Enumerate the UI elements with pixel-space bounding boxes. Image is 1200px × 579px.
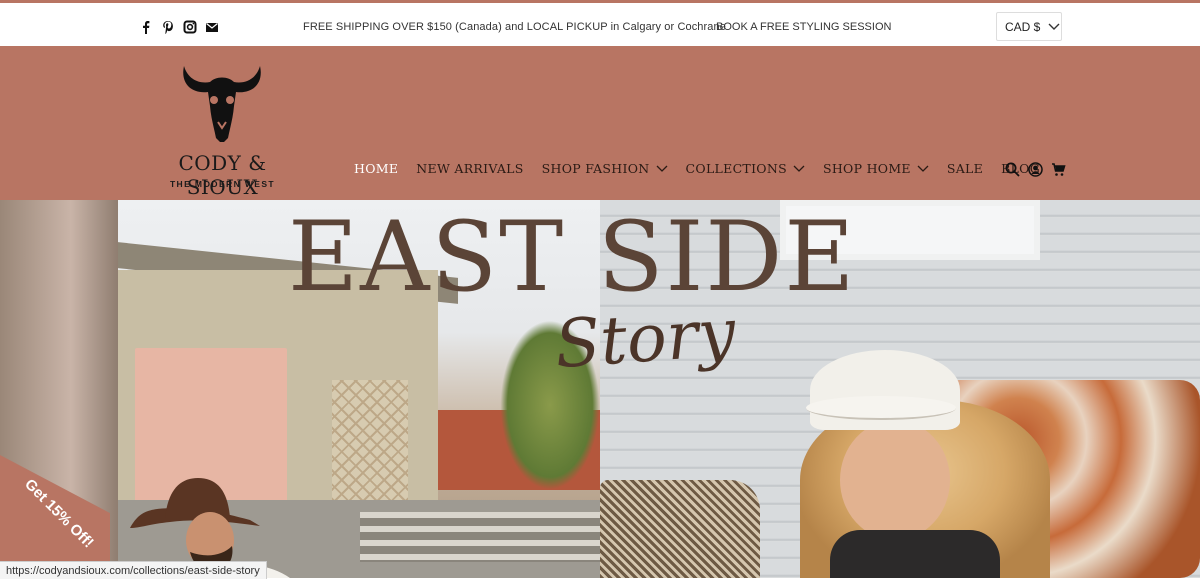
- nav-item-label: SALE: [946, 161, 984, 176]
- lattice-panel: [332, 380, 408, 500]
- chevron-down-icon: [917, 165, 929, 172]
- black-tee: [830, 530, 1000, 578]
- nav-item-label: NEW ARRIVALS: [416, 161, 524, 176]
- email-icon[interactable]: [205, 20, 219, 34]
- nav-item-new-arrivals[interactable]: NEW ARRIVALS: [416, 161, 523, 176]
- social-links: [139, 20, 219, 34]
- account-icon[interactable]: [1028, 162, 1043, 177]
- brand-tagline: THE MODERN WEST: [169, 179, 276, 189]
- main-nav: HOME NEW ARRIVALS SHOP FASHION COLLECTIO…: [354, 161, 1058, 176]
- facebook-icon[interactable]: [139, 20, 153, 34]
- cap-brim: [806, 396, 956, 420]
- instagram-icon[interactable]: [183, 20, 197, 34]
- brand-name: CODY & SIOUX: [178, 151, 267, 199]
- picnic-tables: [360, 512, 600, 562]
- houndstooth-jacket: [600, 480, 760, 578]
- site-header: CODY & SIOUX THE MODERN WEST HOME NEW AR…: [0, 46, 1200, 200]
- nav-item-shop-home[interactable]: SHOP HOME: [823, 161, 929, 176]
- nav-item-sale[interactable]: SALE: [947, 161, 983, 176]
- hero-script-text: Story: [552, 293, 738, 384]
- status-url: https://codyandsioux.com/collections/eas…: [6, 564, 260, 577]
- chevron-down-icon: [1048, 23, 1060, 30]
- nav-item-label: COLLECTIONS: [685, 161, 787, 176]
- nav-item-label: HOME: [354, 161, 399, 176]
- search-icon[interactable]: [1005, 162, 1020, 177]
- nav-item-label: SHOP FASHION: [541, 161, 650, 176]
- currency-label: CAD $: [1005, 19, 1041, 34]
- nav-item-collections[interactable]: COLLECTIONS: [686, 161, 805, 176]
- nav-item-home[interactable]: HOME: [354, 161, 398, 176]
- announcement-bar: FREE SHIPPING OVER $150 (Canada) and LOC…: [0, 3, 1200, 46]
- currency-selector[interactable]: CAD $: [996, 12, 1062, 41]
- book-styling-link[interactable]: BOOK A FREE STYLING SESSION: [716, 21, 891, 33]
- pinterest-icon[interactable]: [161, 20, 175, 34]
- header-icons: [1005, 162, 1066, 177]
- bull-skull-icon: [183, 66, 261, 142]
- discount-promo-tab[interactable]: Get 15% Off!: [0, 455, 110, 578]
- chevron-down-icon: [656, 165, 667, 172]
- brand-logo[interactable]: CODY & SIOUX THE MODERN WEST: [140, 62, 305, 199]
- browser-status-bar: https://codyandsioux.com/collections/eas…: [0, 561, 267, 579]
- free-shipping-text: FREE SHIPPING OVER $150 (Canada) and LOC…: [303, 21, 726, 33]
- woman-face: [840, 420, 950, 540]
- cart-icon[interactable]: [1051, 162, 1066, 177]
- nav-item-shop-fashion[interactable]: SHOP FASHION: [542, 161, 668, 176]
- hero-banner[interactable]: EAST SIDE Story: [0, 200, 1200, 578]
- nav-item-label: SHOP HOME: [822, 161, 911, 176]
- chevron-down-icon: [793, 165, 805, 172]
- hero-heading: EAST SIDE: [288, 201, 857, 313]
